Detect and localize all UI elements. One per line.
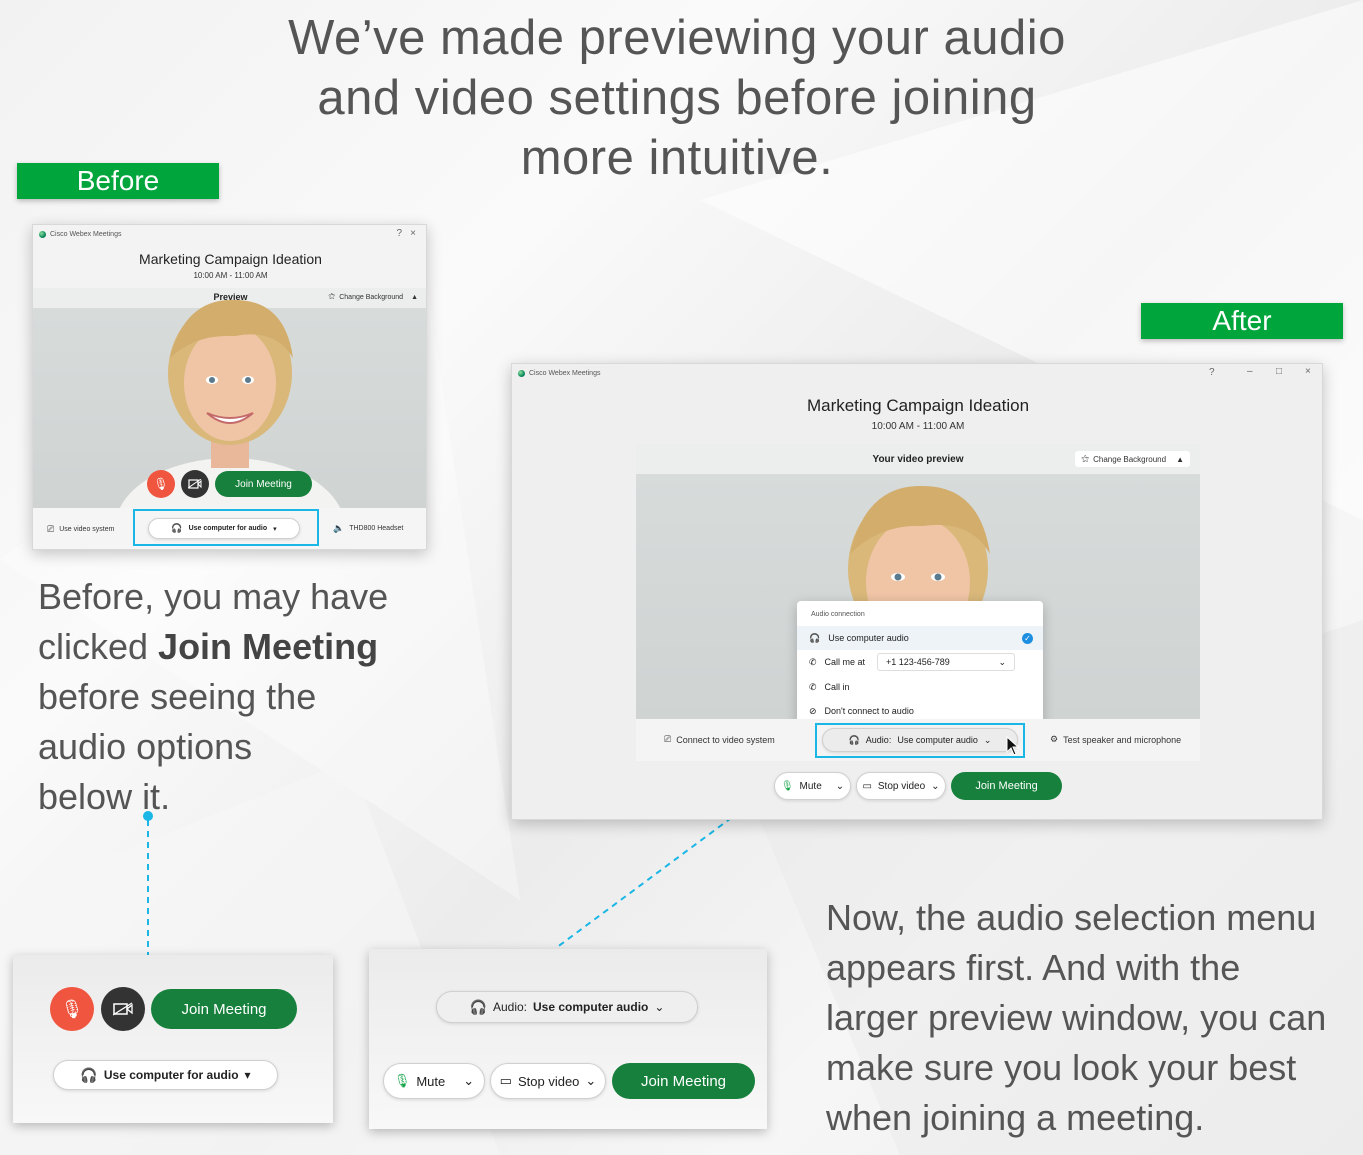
zoom-audio-dropdown[interactable]: 🎧 Audio: Use computer audio ⌄ xyxy=(436,991,698,1023)
menu-header: Audio connection xyxy=(811,611,865,618)
checkmark-icon: ✓ xyxy=(1022,632,1033,644)
meeting-time: 10:00 AM - 11:00 AM xyxy=(871,421,965,432)
before-caption: Before, you may have clicked Join Meetin… xyxy=(38,576,389,817)
close-icon[interactable]: × xyxy=(410,228,416,239)
menu-item-call-me-at[interactable]: ✆ Call me at +1 123-456-789 ⌄ xyxy=(797,650,1043,674)
chevron-down-icon: ⌄ xyxy=(463,1073,475,1088)
speaker-icon: 🔈 xyxy=(333,523,345,533)
cast-icon: ⎚ xyxy=(664,734,672,744)
chevron-down-icon: ⌄ xyxy=(998,656,1006,667)
chevron-down-icon: ⌄ xyxy=(654,1000,665,1014)
before-window: Cisco Webex Meetings ? × Marketing Campa… xyxy=(32,224,427,550)
meeting-title: Marketing Campaign Ideation xyxy=(806,396,1030,415)
test-speaker-button[interactable]: ⚙ Test speaker and microphone xyxy=(1050,734,1181,745)
camera-off-icon xyxy=(113,1002,133,1016)
chevron-down-icon: ⌄ xyxy=(585,1073,597,1088)
chevron-down-icon: ⌄ xyxy=(931,780,940,792)
headset-icon: 🎧 xyxy=(809,632,821,643)
meeting-title: Marketing Campaign Ideation xyxy=(139,251,322,267)
help-icon[interactable]: ? xyxy=(396,228,402,239)
connect-video-system-button[interactable]: ⎚ Connect to video system xyxy=(664,734,775,745)
webex-logo-icon xyxy=(39,231,46,238)
speaker-headset-button[interactable]: 🔈 THD800 Headset xyxy=(333,523,403,534)
mic-icon: 🎙 xyxy=(780,780,794,792)
before-tag: Before xyxy=(17,163,219,199)
camera-icon: ▭ xyxy=(499,1073,512,1088)
gear-icon: ⚙ xyxy=(1050,734,1059,744)
caret-down-icon: ▾ xyxy=(244,1068,251,1082)
zoom-join-meeting-button[interactable]: Join Meeting xyxy=(612,1063,755,1099)
zoom-video-toggle-button[interactable] xyxy=(101,987,145,1031)
after-tag: After xyxy=(1141,303,1343,339)
menu-item-call-in[interactable]: ✆ Call in xyxy=(797,675,1043,699)
minimize-icon[interactable]: – xyxy=(1247,366,1253,377)
close-icon[interactable]: × xyxy=(1305,366,1311,377)
headline: We’ve made previewing your audio and vid… xyxy=(288,11,1066,185)
mic-icon: 🎙 xyxy=(393,1073,411,1088)
after-zoom-panel: 🎧 Audio: Use computer audio ⌄ 🎙 Mute ⌄ ▭… xyxy=(369,949,767,1129)
meeting-time: 10:00 AM - 11:00 AM xyxy=(193,271,268,280)
mic-off-icon: 🎙 xyxy=(60,998,84,1019)
phone-icon: ✆ xyxy=(809,681,817,692)
phone-number-select[interactable]: +1 123-456-789 ⌄ xyxy=(877,653,1015,671)
chevron-down-icon: ⌄ xyxy=(835,780,845,792)
zoom-mute-button[interactable]: 🎙 xyxy=(50,987,94,1031)
camera-icon: ▭ xyxy=(862,780,872,792)
after-caption: Now, the audio selection menu appears fi… xyxy=(826,897,1327,1138)
window-title: Cisco Webex Meetings xyxy=(39,231,121,238)
headset-icon: 🎧 xyxy=(469,998,487,1015)
magic-wand-icon: ⚝ xyxy=(1081,454,1090,463)
mic-off-icon: 🎙 xyxy=(153,477,169,491)
video-preview: Preview ⚝ Change Background ▲ 🎙 Join Mee… xyxy=(33,288,426,508)
help-icon[interactable]: ? xyxy=(1209,367,1215,378)
change-background-button[interactable]: ⚝ Change Background ▲ xyxy=(1075,451,1190,467)
stop-video-button[interactable]: ▭ Stop video ⌄ xyxy=(856,772,946,800)
after-highlight xyxy=(815,723,1025,758)
phone-call-icon: ✆ xyxy=(809,656,817,667)
mute-button[interactable]: 🎙 xyxy=(147,470,175,498)
join-meeting-button[interactable]: Join Meeting xyxy=(951,772,1062,800)
menu-item-use-computer-audio[interactable]: 🎧 Use computer audio ✓ xyxy=(797,626,1043,650)
mute-button[interactable]: 🎙 Mute ⌄ xyxy=(774,772,851,800)
chevron-up-icon: ▲ xyxy=(1176,454,1184,464)
before-highlight xyxy=(133,509,319,546)
zoom-computer-audio-dropdown[interactable]: 🎧 Use computer for audio ▾ xyxy=(53,1060,278,1090)
join-meeting-button[interactable]: Join Meeting xyxy=(215,471,312,497)
before-zoom-panel: 🎙 Join Meeting 🎧 Use computer for audio … xyxy=(13,955,333,1123)
no-audio-icon: ⊘ xyxy=(809,705,817,716)
chevron-up-icon: ▲ xyxy=(411,293,418,301)
camera-off-icon xyxy=(188,479,202,489)
audio-connection-menu: Audio connection 🎧 Use computer audio ✓ … xyxy=(797,601,1043,725)
maximize-icon[interactable]: □ xyxy=(1276,366,1282,377)
zoom-join-meeting-button[interactable]: Join Meeting xyxy=(151,989,297,1029)
headset-icon: 🎧 xyxy=(80,1066,98,1083)
cast-icon: ⎚ xyxy=(47,524,55,534)
webex-logo-icon xyxy=(518,370,525,377)
use-video-system-button[interactable]: ⎚ Use video system xyxy=(47,524,114,535)
zoom-mute-button[interactable]: 🎙 Mute ⌄ xyxy=(383,1063,485,1099)
zoom-stop-video-button[interactable]: ▭ Stop video ⌄ xyxy=(490,1063,606,1099)
window-title: Cisco Webex Meetings xyxy=(518,370,600,377)
video-toggle-button[interactable] xyxy=(181,470,209,498)
